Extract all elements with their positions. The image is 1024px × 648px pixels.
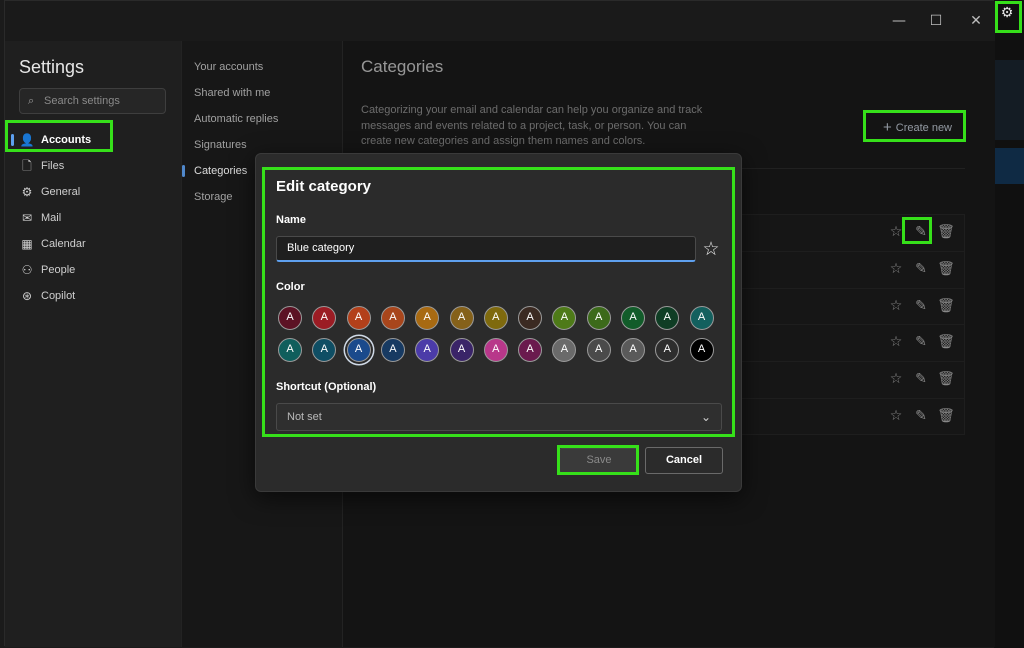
color-swatch[interactable]: A [518,338,543,362]
color-swatch[interactable]: A [312,338,337,362]
shortcut-value: Not set [287,411,322,423]
color-swatch[interactable]: A [689,338,714,362]
color-swatch[interactable]: A [278,338,302,362]
sidebar-item-copilot[interactable]: ⊛ Copilot [19,285,169,307]
cancel-button[interactable]: Cancel [645,447,723,474]
mail-icon: ✉ [21,211,33,225]
color-swatch[interactable]: A [449,306,474,330]
edit-category-dialog: Edit category Name Blue category ☆ Color… [255,153,742,492]
color-swatch[interactable]: A [586,338,611,362]
sidebar-item-general[interactable]: ⚙ General [19,181,169,203]
dialog-title: Edit category [276,178,372,195]
color-swatch[interactable]: A [346,306,371,330]
color-swatch[interactable]: A [518,306,543,330]
color-swatch[interactable]: A [312,306,337,330]
color-swatch[interactable]: A [689,306,714,330]
color-swatch[interactable]: A [278,306,302,330]
search-settings-input[interactable]: ⌕ Search settings [19,88,166,114]
maximize-icon[interactable]: ☐ [922,9,950,33]
color-swatch[interactable]: A [380,338,405,362]
color-swatch[interactable]: A [380,306,405,330]
background-app-strip [994,0,1024,648]
sidebar-item-label: Accounts [41,134,92,146]
sidebar-item-label: People [41,264,76,276]
person-icon: 👤 [19,133,35,147]
title-bar: — ☐ ✕ [5,1,995,41]
search-icon: ⌕ [28,94,35,107]
people-icon: ⚇ [21,263,33,277]
sidebar-item-label: Calendar [41,238,86,250]
color-swatch[interactable]: A [586,306,611,330]
color-swatch[interactable]: A [655,306,680,330]
color-swatch[interactable]: A [483,338,508,362]
name-label: Name [276,214,306,226]
sidebar-item-accounts[interactable]: 👤 Accounts [11,129,169,151]
color-swatch[interactable]: A [483,306,508,330]
sidebar-item-label: General [41,186,81,198]
settings-sidebar: Settings ⌕ Search settings 👤 Accounts 🗋 Fil… [5,41,181,647]
color-swatch-grid: AAAAAAAAAAAAAAAAAAAAAAAAAA [278,306,718,370]
category-name-input[interactable]: Blue category [276,236,696,262]
sidebar-item-calendar[interactable]: ▦ Calendar [19,233,169,255]
favorite-star-icon[interactable]: ☆ [699,237,723,261]
settings-gear-icon[interactable]: ⚙ [998,4,1016,22]
settings-title: Settings [19,57,85,77]
file-icon: 🗋 [22,159,32,173]
search-placeholder: Search settings [44,95,120,107]
color-swatch[interactable]: A [415,306,440,330]
gear-icon: ⚙ [21,185,33,199]
sidebar-item-files[interactable]: 🗋 Files [19,155,169,177]
minimize-icon[interactable]: — [885,9,913,33]
color-swatch[interactable]: A [655,338,680,362]
color-swatch[interactable]: A [449,338,474,362]
color-swatch[interactable]: A [621,306,645,330]
color-label: Color [276,281,305,293]
shortcut-label: Shortcut (Optional) [276,381,377,393]
copilot-icon: ⊛ [21,289,33,303]
save-button[interactable]: Save [559,448,639,473]
sidebar-item-label: Mail [41,212,62,224]
color-swatch[interactable]: A [346,338,371,362]
sidebar-item-mail[interactable]: ✉ Mail [19,207,169,229]
chevron-down-icon: ⌄ [700,410,711,424]
shortcut-dropdown[interactable]: Not set ⌄ [276,403,722,431]
color-swatch[interactable]: A [621,338,645,362]
screen: — ☐ ✕ Settings ⌕ Search settings 👤 Accoun… [0,0,1024,648]
sidebar-item-label: Copilot [41,290,76,302]
calendar-icon: ▦ [21,237,33,251]
close-icon[interactable]: ✕ [962,9,990,33]
sidebar-item-people[interactable]: ⚇ People [19,259,169,281]
sidebar-item-label: Files [41,160,65,172]
color-swatch[interactable]: A [552,338,577,362]
color-swatch[interactable]: A [415,338,440,362]
active-indicator [11,134,14,146]
color-swatch[interactable]: A [552,306,577,330]
